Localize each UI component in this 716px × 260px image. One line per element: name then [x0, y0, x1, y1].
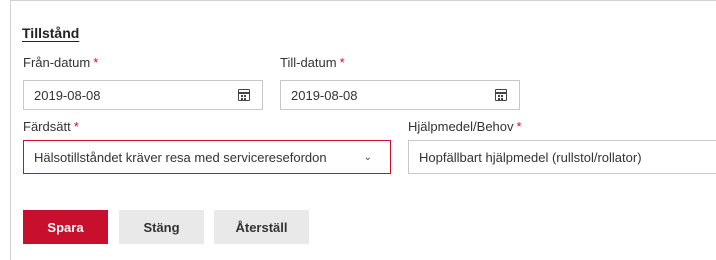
- from-date-label: Från-datum *: [23, 55, 98, 70]
- required-marker: *: [339, 55, 345, 70]
- to-date-field[interactable]: 2019-08-08: [280, 80, 520, 110]
- travel-mode-value: Hälsotillståndet kräver resa med service…: [34, 149, 327, 165]
- save-button[interactable]: Spara: [23, 210, 108, 244]
- required-marker: *: [73, 119, 79, 134]
- to-date-label: Till-datum *: [280, 55, 345, 70]
- aid-need-select[interactable]: Hopfällbart hjälpmedel (rullstol/rollato…: [408, 140, 716, 174]
- travel-mode-label: Färdsätt *: [23, 119, 79, 134]
- required-marker: *: [516, 119, 522, 134]
- calendar-icon[interactable]: [238, 89, 250, 101]
- to-date-label-text: Till-datum: [280, 55, 337, 70]
- aid-need-label: Hjälpmedel/Behov *: [408, 119, 522, 134]
- from-date-field[interactable]: 2019-08-08: [23, 80, 263, 110]
- calendar-icon[interactable]: [495, 89, 507, 101]
- close-button[interactable]: Stäng: [119, 210, 204, 244]
- chevron-down-icon: ⌄: [363, 151, 372, 163]
- from-date-value: 2019-08-08: [34, 87, 101, 103]
- required-marker: *: [93, 55, 99, 70]
- from-date-label-text: Från-datum: [23, 55, 91, 70]
- travel-mode-label-text: Färdsätt: [23, 119, 71, 134]
- to-date-value: 2019-08-08: [291, 87, 358, 103]
- travel-mode-select[interactable]: Hälsotillståndet kräver resa med service…: [23, 140, 391, 174]
- aid-need-value: Hopfällbart hjälpmedel (rullstol/rollato…: [419, 149, 642, 165]
- aid-need-label-text: Hjälpmedel/Behov: [408, 119, 514, 134]
- section-title: Tillstånd: [22, 25, 80, 41]
- reset-button[interactable]: Återställ: [214, 210, 309, 244]
- permit-panel: [10, 0, 716, 260]
